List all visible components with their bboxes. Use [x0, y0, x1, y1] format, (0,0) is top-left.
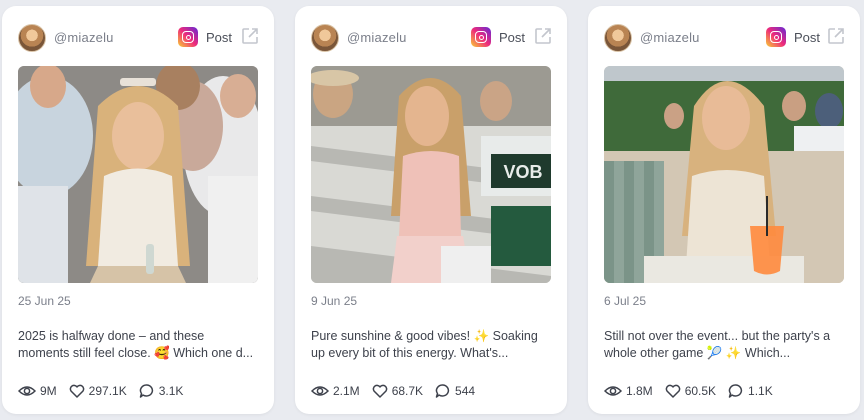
external-link-icon[interactable] [533, 26, 553, 46]
comments-stat: 3.1K [139, 384, 184, 398]
card-header: @miazelu Post [604, 22, 844, 54]
comment-icon [139, 384, 153, 398]
instagram-icon [766, 27, 786, 47]
account-handle[interactable]: @miazelu [54, 30, 114, 45]
post-date: 6 Jul 25 [604, 294, 647, 308]
views-count: 1.8M [626, 384, 653, 398]
comments-count: 3.1K [158, 384, 184, 398]
post-stats: 9M 297.1K 3.1K [18, 382, 195, 400]
avatar[interactable] [311, 24, 339, 52]
comments-count: 1.1K [748, 384, 773, 398]
post-caption: Still not over the event... but the part… [604, 329, 831, 360]
post-stats: 1.8M 60.5K 1.1K [604, 382, 785, 400]
post-card[interactable]: @miazelu Post [2, 6, 274, 414]
post-image[interactable] [604, 66, 844, 283]
account-handle[interactable]: @miazelu [640, 30, 700, 45]
eye-icon [311, 386, 329, 396]
post-date: 25 Jun 25 [18, 294, 71, 308]
eye-icon [18, 386, 36, 396]
views-stat: 2.1M [311, 384, 360, 398]
likes-stat: 297.1K [69, 384, 127, 398]
post-caption: Pure sunshine & good vibes! ✨ Soaking up… [311, 329, 538, 360]
instagram-icon [178, 27, 198, 47]
likes-count: 68.7K [391, 384, 424, 398]
card-header: @miazelu Post [311, 22, 551, 54]
likes-count: 60.5K [684, 384, 717, 398]
post-type-label: Post [206, 30, 233, 45]
comment-icon [435, 384, 450, 398]
eye-icon [604, 386, 622, 396]
post-card[interactable]: @miazelu Post VOB 9 Jun 25 Pure sunshine… [295, 6, 567, 414]
views-count: 9M [40, 384, 57, 398]
comments-stat: 1.1K [728, 384, 773, 398]
heart-icon [665, 384, 680, 398]
comments-stat: 544 [435, 384, 475, 398]
avatar[interactable] [18, 24, 46, 52]
account-handle[interactable]: @miazelu [347, 30, 407, 45]
external-link-icon[interactable] [240, 26, 260, 46]
post-date: 9 Jun 25 [311, 294, 358, 308]
post-type-label: Post [794, 30, 821, 45]
card-header: @miazelu Post [18, 22, 258, 54]
views-stat: 9M [18, 384, 57, 398]
likes-stat: 68.7K [372, 384, 423, 398]
likes-count: 297.1K [88, 384, 127, 398]
post-image[interactable] [18, 66, 258, 283]
post-card[interactable]: @miazelu Post [588, 6, 860, 414]
likes-stat: 60.5K [665, 384, 716, 398]
heart-icon [69, 384, 84, 398]
sign-text: VOB [503, 162, 542, 182]
heart-icon [372, 384, 387, 398]
post-type-label: Post [499, 30, 526, 45]
comments-count: 544 [455, 384, 476, 398]
post-caption: 2025 is halfway done – and these moments… [18, 329, 254, 360]
comment-icon [728, 384, 743, 398]
views-count: 2.1M [333, 384, 360, 398]
instagram-icon [471, 27, 491, 47]
post-image[interactable]: VOB [311, 66, 551, 283]
views-stat: 1.8M [604, 384, 653, 398]
post-stats: 2.1M 68.7K 544 [311, 382, 487, 400]
avatar[interactable] [604, 24, 632, 52]
external-link-icon[interactable] [826, 26, 846, 46]
